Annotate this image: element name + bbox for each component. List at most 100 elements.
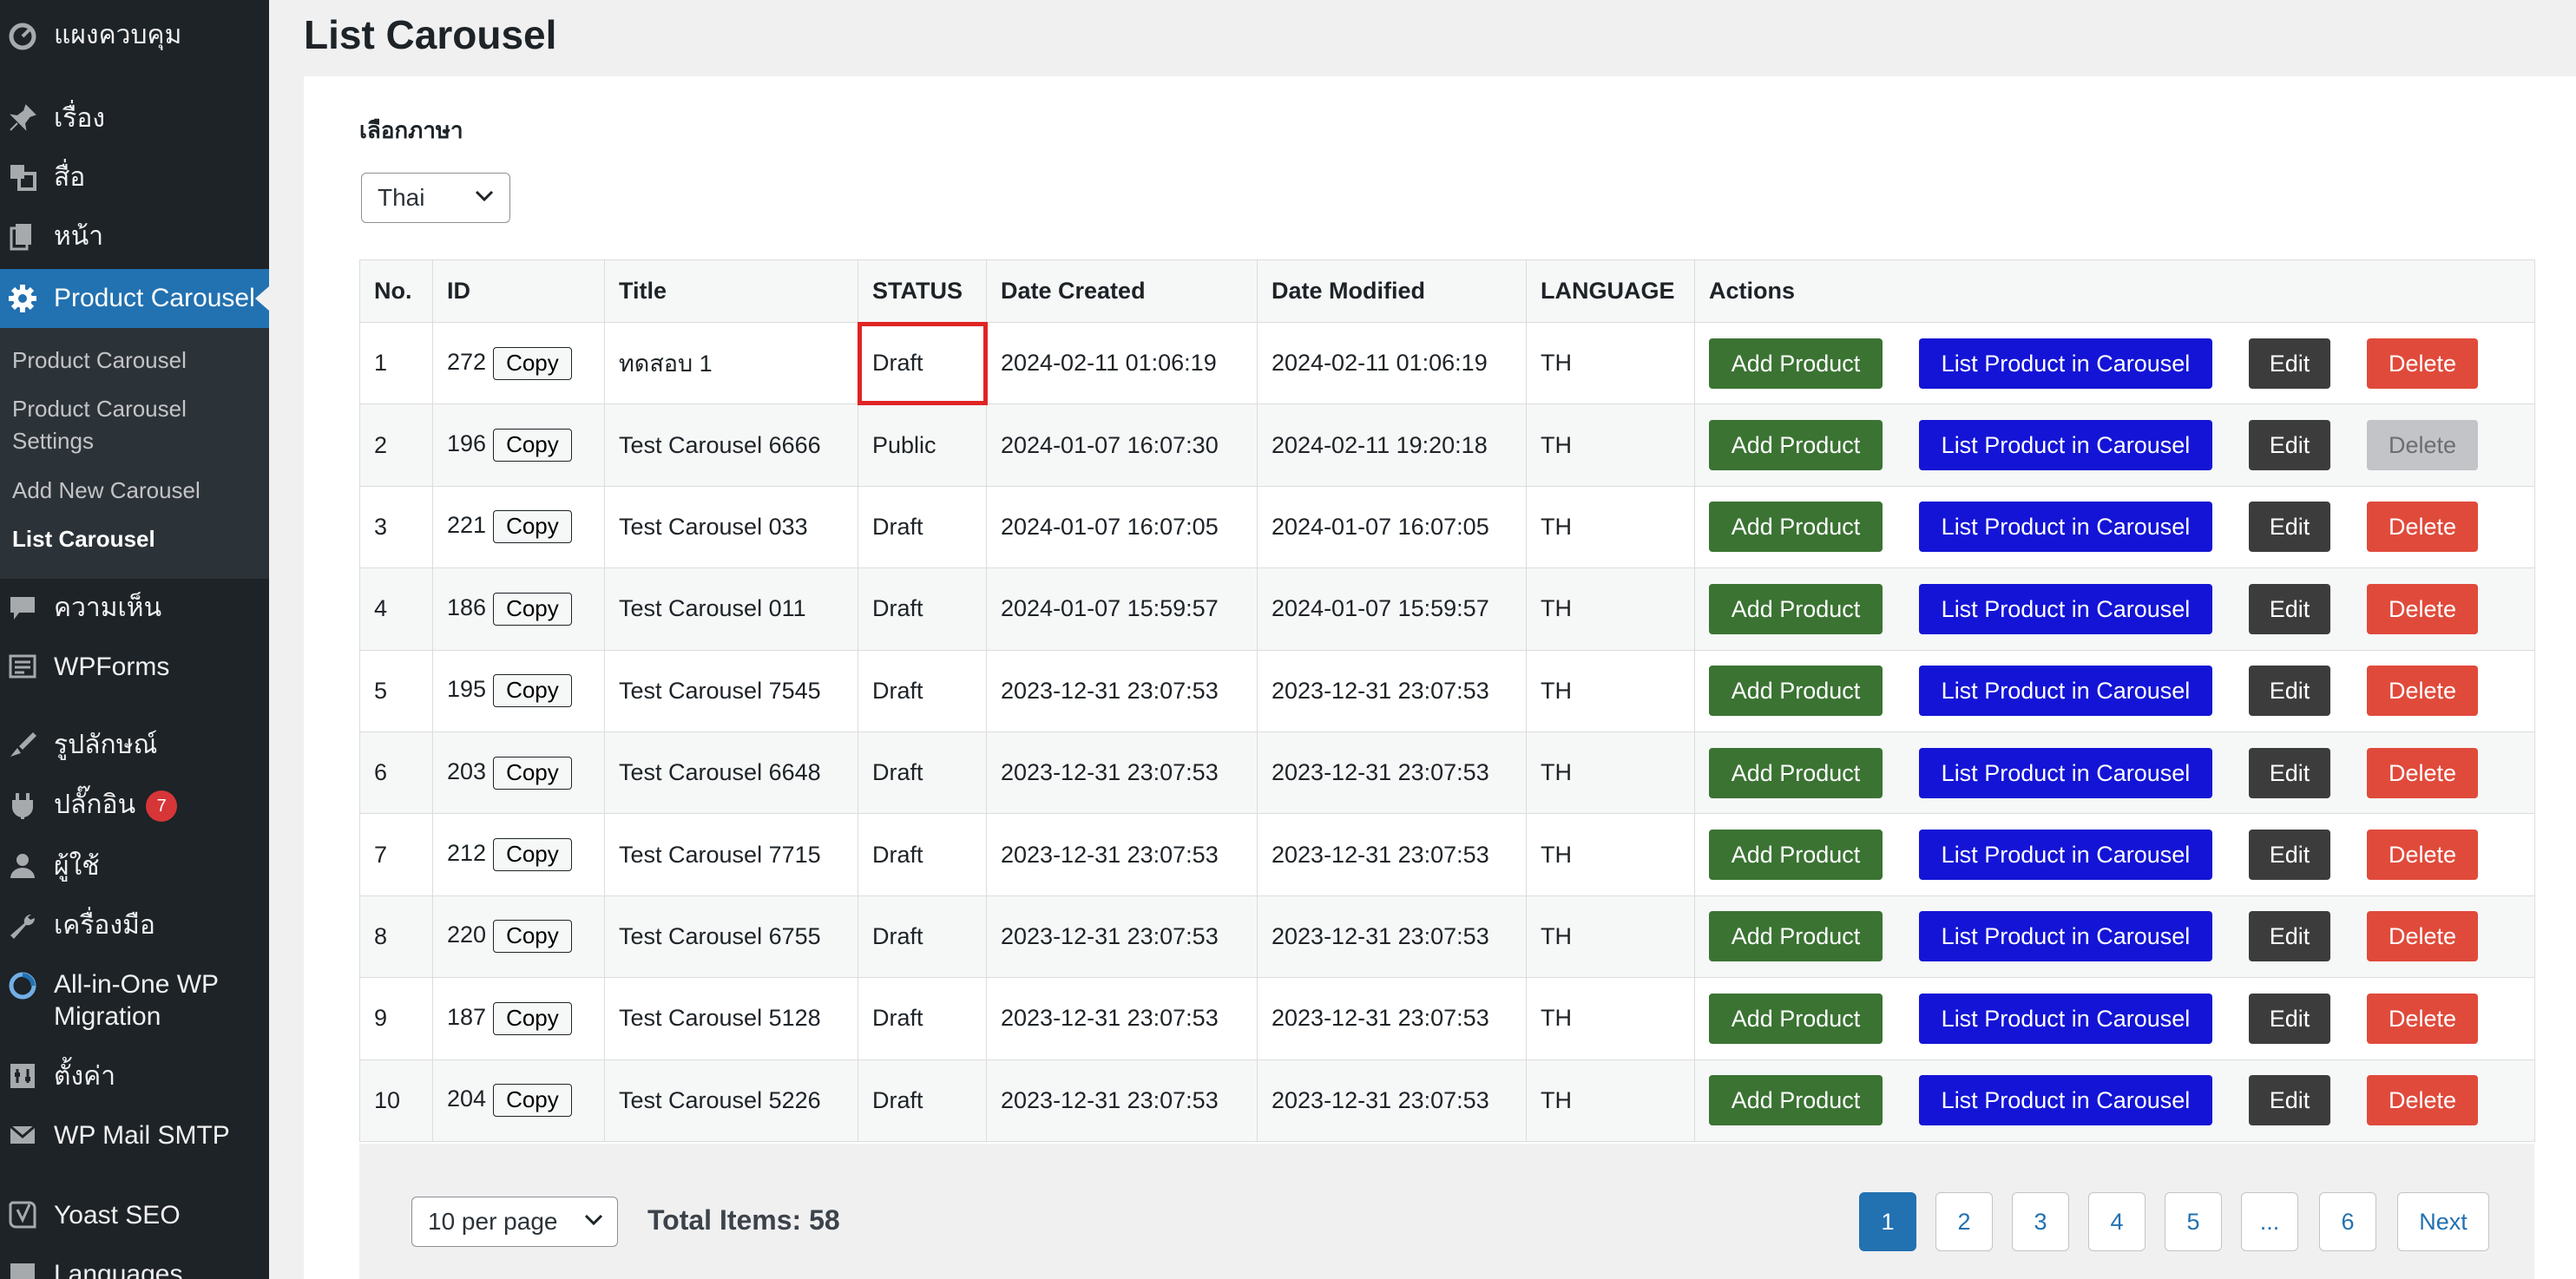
sidebar-item-comment[interactable]: ความเห็น <box>0 590 269 625</box>
row-date-created: 2023-12-31 23:07:53 <box>986 813 1258 896</box>
page-button-3[interactable]: 3 <box>2012 1192 2069 1251</box>
delete-button[interactable]: Delete <box>2367 338 2478 389</box>
submenu-item-product-carousel-settings[interactable]: Product Carousel Settings <box>12 393 264 457</box>
add-product-button[interactable]: Add Product <box>1709 747 1883 798</box>
sidebar-item-page[interactable]: หน้า <box>0 219 269 253</box>
row-id: 187 <box>447 1003 487 1030</box>
sidebar-item-pin[interactable]: เรื่อง <box>0 101 269 135</box>
delete-button[interactable]: Delete <box>2367 747 2478 798</box>
delete-button[interactable]: Delete <box>2367 583 2478 634</box>
copy-id-button[interactable]: Copy <box>493 429 572 462</box>
delete-button[interactable]: Delete <box>2367 911 2478 962</box>
list-product-in-carousel-button[interactable]: List Product in Carousel <box>1919 993 2212 1044</box>
delete-button[interactable]: Delete <box>2367 830 2478 881</box>
copy-id-button[interactable]: Copy <box>493 920 572 954</box>
sidebar-item-user[interactable]: ผู้ใช้ <box>0 849 269 883</box>
add-product-button[interactable]: Add Product <box>1709 993 1883 1044</box>
copy-id-button[interactable]: Copy <box>493 346 572 380</box>
column-header-language: LANGUAGE <box>1526 259 1695 323</box>
copy-id-button[interactable]: Copy <box>493 1001 572 1035</box>
row-status: Draft <box>858 485 987 569</box>
submenu-item-product-carousel[interactable]: Product Carousel <box>12 344 264 377</box>
edit-button[interactable]: Edit <box>2249 747 2330 798</box>
copy-id-button[interactable]: Copy <box>493 592 572 626</box>
sidebar-item-media[interactable]: สื่อ <box>0 160 269 194</box>
delete-button[interactable]: Delete <box>2367 502 2478 553</box>
sidebar-item-wrench[interactable]: เครื่องมือ <box>0 908 269 942</box>
forms-icon <box>7 651 38 682</box>
add-product-button[interactable]: Add Product <box>1709 502 1883 553</box>
per-page-select[interactable]: 10 per page <box>411 1197 618 1247</box>
list-product-in-carousel-button[interactable]: List Product in Carousel <box>1919 338 2212 389</box>
copy-id-button[interactable]: Copy <box>493 838 572 872</box>
sidebar-item-yoast-seo[interactable]: Yoast SEO <box>0 1197 269 1232</box>
row-actions: Add Product List Product in Carousel Edit D… <box>1694 731 2535 815</box>
languages-icon <box>7 1258 38 1279</box>
row-date-modified: 2023-12-31 23:07:53 <box>1257 895 1527 979</box>
edit-button[interactable]: Edit <box>2249 1075 2330 1126</box>
row-language: TH <box>1526 321 1695 405</box>
edit-button[interactable]: Edit <box>2249 502 2330 553</box>
edit-button[interactable]: Edit <box>2249 583 2330 634</box>
row-id-cell: 220 Copy <box>432 895 605 979</box>
sidebar-item-label: ผู้ใช้ <box>54 851 100 881</box>
page-button-5[interactable]: 5 <box>2165 1192 2222 1251</box>
copy-id-button[interactable]: Copy <box>493 756 572 790</box>
list-product-in-carousel-button[interactable]: List Product in Carousel <box>1919 747 2212 798</box>
edit-button[interactable]: Edit <box>2249 338 2330 389</box>
add-product-button[interactable]: Add Product <box>1709 1075 1883 1126</box>
list-product-in-carousel-button[interactable]: List Product in Carousel <box>1919 830 2212 881</box>
edit-button[interactable]: Edit <box>2249 666 2330 717</box>
row-id-cell: 186 Copy <box>432 567 605 651</box>
add-product-button[interactable]: Add Product <box>1709 911 1883 962</box>
row-number: 4 <box>359 567 433 651</box>
add-product-button[interactable]: Add Product <box>1709 666 1883 717</box>
add-product-button[interactable]: Add Product <box>1709 338 1883 389</box>
add-product-button[interactable]: Add Product <box>1709 830 1883 881</box>
page-button-4[interactable]: 4 <box>2088 1192 2146 1251</box>
row-number: 9 <box>359 977 433 1060</box>
column-header-date-modified: Date Modified <box>1257 259 1527 323</box>
sidebar-item-brush[interactable]: รูปลักษณ์ <box>0 727 269 762</box>
copy-id-button[interactable]: Copy <box>493 1084 572 1118</box>
page-button-1[interactable]: 1 <box>1859 1192 1916 1251</box>
sidebar-item-wp-mail-smtp[interactable]: WP Mail SMTP <box>0 1118 269 1152</box>
sidebar-item-settings[interactable]: ตั้งค่า <box>0 1059 269 1093</box>
edit-button[interactable]: Edit <box>2249 420 2330 471</box>
next-page-button[interactable]: Next <box>2397 1192 2489 1251</box>
edit-button[interactable]: Edit <box>2249 911 2330 962</box>
row-title: ทดสอบ 1 <box>604 321 858 405</box>
add-product-button[interactable]: Add Product <box>1709 583 1883 634</box>
list-product-in-carousel-button[interactable]: List Product in Carousel <box>1919 502 2212 553</box>
sidebar-item-product-carousel[interactable]: Product Carousel <box>0 269 269 328</box>
sidebar-item-label: Languages <box>54 1259 183 1279</box>
copy-id-button[interactable]: Copy <box>493 674 572 708</box>
edit-button[interactable]: Edit <box>2249 993 2330 1044</box>
list-product-in-carousel-button[interactable]: List Product in Carousel <box>1919 583 2212 634</box>
add-product-button[interactable]: Add Product <box>1709 420 1883 471</box>
edit-button[interactable]: Edit <box>2249 830 2330 881</box>
page-button-2[interactable]: 2 <box>1935 1192 1993 1251</box>
sidebar-item-wpforms[interactable]: WPForms <box>0 649 269 684</box>
table-row: 6 203 Copy Test Carousel 6648 Draft 2023-12-3… <box>359 731 2535 815</box>
submenu-item-add-new-carousel[interactable]: Add New Carousel <box>12 475 264 507</box>
language-select[interactable]: Thai <box>361 173 510 223</box>
sidebar-item-all-in-one-wp-migration[interactable]: All-in-One WP Migration <box>0 968 269 1034</box>
delete-button[interactable]: Delete <box>2367 1075 2478 1126</box>
delete-button[interactable]: Delete <box>2367 666 2478 717</box>
list-product-in-carousel-button[interactable]: List Product in Carousel <box>1919 911 2212 962</box>
list-product-in-carousel-button[interactable]: List Product in Carousel <box>1919 420 2212 471</box>
list-product-in-carousel-button[interactable]: List Product in Carousel <box>1919 1075 2212 1126</box>
page-button-6[interactable]: 6 <box>2319 1192 2376 1251</box>
copy-id-button[interactable]: Copy <box>493 510 572 544</box>
delete-button[interactable]: Delete <box>2367 993 2478 1044</box>
submenu-item-list-carousel[interactable]: List Carousel <box>12 523 264 555</box>
page-title: List Carousel <box>304 12 557 57</box>
sidebar-item-languages[interactable]: Languages <box>0 1256 269 1279</box>
row-language: TH <box>1526 813 1695 896</box>
dashboard-icon <box>7 19 38 50</box>
sidebar-item-plugin[interactable]: ปลั๊กอิน 7 <box>0 788 269 823</box>
list-product-in-carousel-button[interactable]: List Product in Carousel <box>1919 666 2212 717</box>
sidebar-item-dashboard[interactable]: แผงควบคุม <box>0 17 269 52</box>
table-header-row: No. ID Title STATUS Date Created Date Modifie… <box>359 259 2535 323</box>
